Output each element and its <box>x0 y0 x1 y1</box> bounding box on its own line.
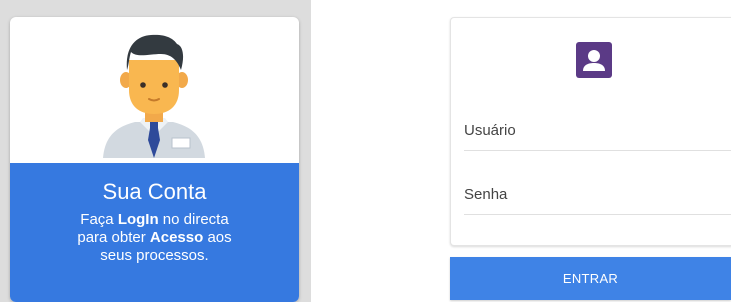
account-info-card: Sua Conta Faça LogIn no directa para obt… <box>10 17 299 302</box>
description-line-2: para obter Acesso aos <box>77 229 232 246</box>
username-field[interactable]: Usuário <box>464 120 731 151</box>
description-line-3: seus processos. <box>100 247 209 264</box>
username-input[interactable] <box>464 120 731 150</box>
login-button[interactable]: ENTRAR <box>450 257 731 300</box>
login-emphasis: LogIn <box>117 211 159 228</box>
account-info-panel: Sua Conta Faça LogIn no directa para obt… <box>10 163 299 302</box>
avatar-area <box>10 17 299 163</box>
description-line-1: Faça LogIn no directa <box>80 211 229 228</box>
left-background: Sua Conta Faça LogIn no directa para obt… <box>0 0 311 302</box>
password-input[interactable] <box>464 184 731 214</box>
password-field[interactable]: Senha <box>464 184 731 215</box>
account-box-icon <box>576 42 612 78</box>
account-title: Sua Conta <box>102 179 207 204</box>
login-form-card: Usuário Senha <box>450 17 731 246</box>
user-avatar-icon <box>103 34 205 158</box>
account-description: Faça LogIn no directa para obter Acesso … <box>30 211 279 265</box>
access-emphasis: Acesso <box>149 229 204 246</box>
